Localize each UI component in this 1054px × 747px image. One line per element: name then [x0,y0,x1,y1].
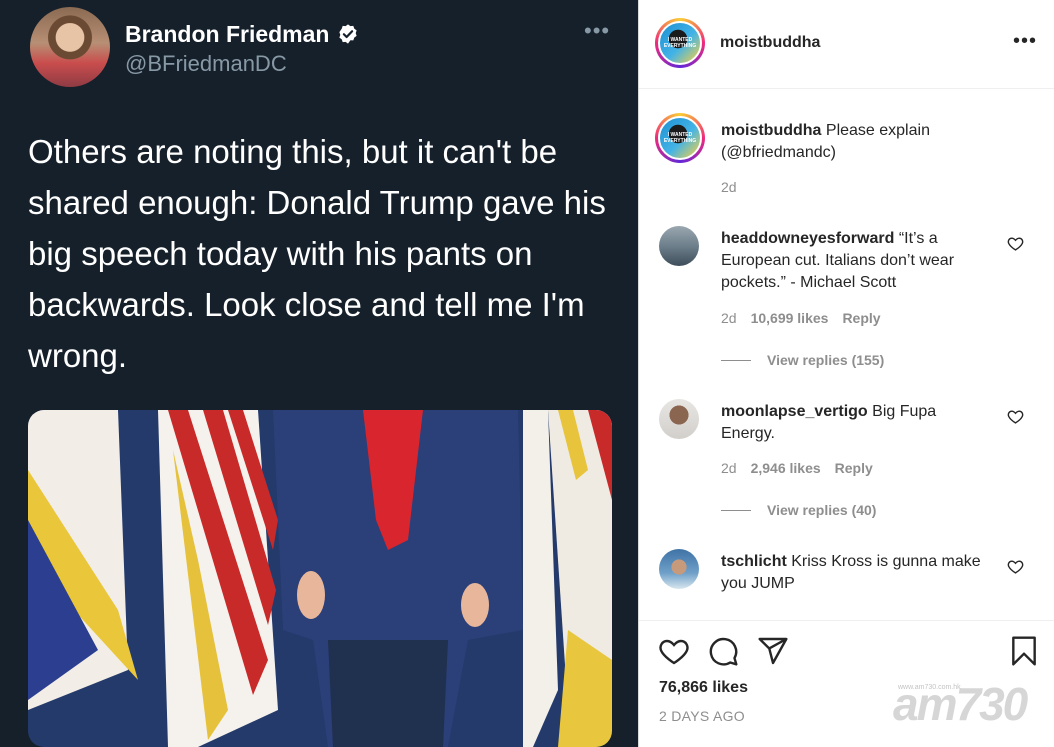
post-timestamp: 2 DAYS AGO [659,708,745,724]
share-icon[interactable] [757,635,789,667]
view-replies-button[interactable]: View replies (40) [721,502,876,518]
verified-badge-icon [339,24,358,44]
replies-divider [721,359,751,361]
comment-username[interactable]: moonlapse_vertigo [721,403,868,420]
caption-meta: 2d [721,179,737,195]
comment-avatar[interactable] [659,549,699,589]
header-avatar[interactable]: I WANTED EVERYTHING [655,18,705,68]
like-comment-heart-icon[interactable] [1007,558,1024,575]
instagram-post-panel: I WANTED EVERYTHING moistbuddha ••• I WA… [638,0,1054,747]
comment-icon[interactable] [707,635,739,667]
tweet-photo-illustration [28,410,612,747]
comment-avatar[interactable] [659,399,699,439]
view-replies-label: View replies (155) [767,352,885,368]
like-comment-heart-icon[interactable] [1007,235,1024,252]
post-likes-count[interactable]: 76,866 likes [659,679,748,697]
watermark-url: www.am730.com.hk [898,684,961,691]
comment: headdowneyesforward “It’s a European cut… [721,228,993,294]
header-username[interactable]: moistbuddha [720,34,820,52]
comment-age[interactable]: 2d [721,310,737,326]
comment-age[interactable]: 2d [721,460,737,476]
avatar-text: I WANTED EVERYTHING [663,37,697,49]
tweet-author-handle: @BFriedmanDC [125,51,287,76]
caption-avatar[interactable]: I WANTED EVERYTHING [655,113,705,163]
replies-divider [721,509,751,511]
comment: tschlicht Kriss Kross is gunna make you … [721,551,993,595]
caption: moistbuddha Please explain (@bfriedmandc… [721,120,993,164]
comment: moonlapse_vertigo Big Fupa Energy. [721,401,993,445]
reply-button[interactable]: Reply [835,460,873,476]
caption-username[interactable]: moistbuddha [721,122,821,139]
tweet-author-avatar [30,7,110,87]
comment-username[interactable]: headdowneyesforward [721,230,894,247]
post-header: I WANTED EVERYTHING moistbuddha ••• [639,0,1054,89]
comment-meta: 2d 2,946 likes Reply [721,460,873,476]
bookmark-icon[interactable] [1008,635,1040,667]
heart-icon[interactable] [658,635,690,667]
avatar-text: I WANTED EVERYTHING [663,132,697,144]
tweet-author-row: Brandon Friedman [125,20,359,48]
tweet-text: Others are noting this, but it can't be … [28,133,606,374]
view-replies-label: View replies (40) [767,502,877,518]
comment-likes[interactable]: 2,946 likes [751,460,821,476]
comment-username[interactable]: tschlicht [721,553,787,570]
comment-avatar[interactable] [659,226,699,266]
tweet-more-icon: ••• [584,18,611,43]
reply-button[interactable]: Reply [842,310,880,326]
like-comment-heart-icon[interactable] [1007,408,1024,425]
post-actions: 76,866 likes 2 DAYS AGO am730 www.am730.… [639,620,1054,747]
view-replies-button[interactable]: View replies (155) [721,352,884,368]
tweet-photo [28,410,612,747]
caption-age[interactable]: 2d [721,179,737,195]
comment-meta: 2d 10,699 likes Reply [721,310,881,326]
more-options-icon[interactable]: ••• [1013,30,1037,53]
tweet-screenshot: Brandon Friedman @BFriedmanDC ••• Others… [0,0,638,747]
comment-likes[interactable]: 10,699 likes [751,310,829,326]
tweet-author-name: Brandon Friedman [125,20,330,47]
